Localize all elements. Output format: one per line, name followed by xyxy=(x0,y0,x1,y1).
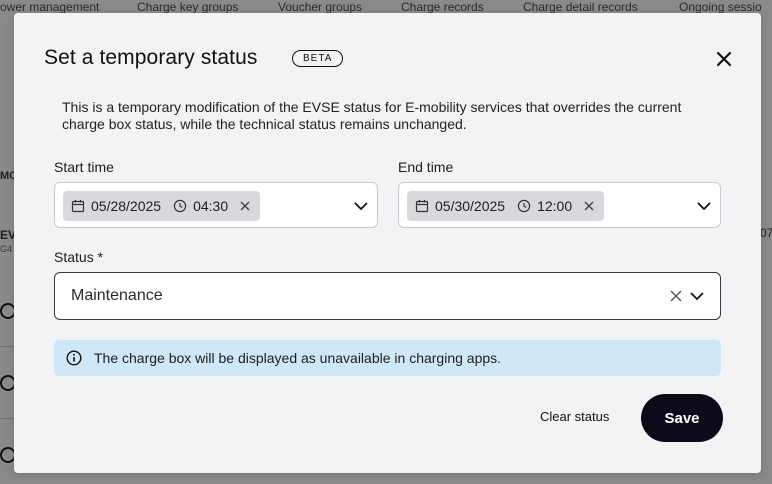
start-time-picker[interactable]: 05/28/2025 04:30 xyxy=(54,182,378,228)
bg-row-value: 07 xyxy=(760,226,772,240)
clear-status-button[interactable]: Clear status xyxy=(540,409,609,424)
calendar-icon xyxy=(71,200,85,213)
clear-status-icon[interactable] xyxy=(669,289,683,303)
status-label: Status * xyxy=(54,249,104,265)
chevron-down-icon[interactable] xyxy=(689,288,705,304)
temporary-status-dialog: Set a temporary status BETA This is a te… xyxy=(14,13,761,473)
dialog-description: This is a temporary modification of the … xyxy=(62,99,682,132)
chevron-down-icon[interactable] xyxy=(353,198,369,214)
chevron-down-icon[interactable] xyxy=(696,198,712,214)
info-banner: The charge box will be displayed as unav… xyxy=(54,340,721,376)
beta-badge: BETA xyxy=(292,50,344,67)
bg-tab-voucher-groups: Voucher groups xyxy=(278,0,363,14)
info-icon xyxy=(66,350,82,366)
end-date-value: 05/30/2025 xyxy=(435,198,506,214)
bg-tab-charge-records: Charge records xyxy=(401,0,484,14)
bg-row-divider xyxy=(0,418,14,419)
status-value: Maintenance xyxy=(71,287,163,304)
bg-row-subtitle: G4 xyxy=(0,244,13,254)
start-time-chip: 05/28/2025 04:30 xyxy=(63,191,261,221)
clear-end-time-icon[interactable] xyxy=(582,199,596,213)
bg-tab-charge-detail-records: Charge detail records xyxy=(523,0,638,14)
bg-row-divider xyxy=(0,346,14,347)
save-button[interactable]: Save xyxy=(641,394,723,442)
calendar-icon xyxy=(415,200,429,213)
clock-icon xyxy=(173,199,187,213)
close-button[interactable] xyxy=(714,49,734,69)
clock-icon xyxy=(517,199,531,213)
status-select[interactable]: Maintenance xyxy=(54,272,721,320)
clear-start-time-icon[interactable] xyxy=(238,199,252,213)
close-icon xyxy=(716,51,732,67)
dialog-title: Set a temporary status xyxy=(44,46,258,69)
info-message: The charge box will be displayed as unav… xyxy=(94,350,502,366)
end-time-picker[interactable]: 05/30/2025 12:00 xyxy=(398,182,721,228)
end-time-chip: 05/30/2025 12:00 xyxy=(407,191,605,221)
start-date-value: 05/28/2025 xyxy=(91,198,162,214)
bg-tab-power-management: ower management xyxy=(0,0,100,14)
bg-tab-charge-key-groups: Charge key groups xyxy=(137,0,239,14)
background-nav-tabs: ower management Charge key groups Vouche… xyxy=(0,0,772,14)
bg-tab-ongoing-sessions: Ongoing sessio xyxy=(679,0,762,14)
start-time-value: 04:30 xyxy=(193,198,229,214)
end-time-label: End time xyxy=(398,159,454,175)
start-time-label: Start time xyxy=(54,159,114,175)
end-time-value: 12:00 xyxy=(537,198,573,214)
